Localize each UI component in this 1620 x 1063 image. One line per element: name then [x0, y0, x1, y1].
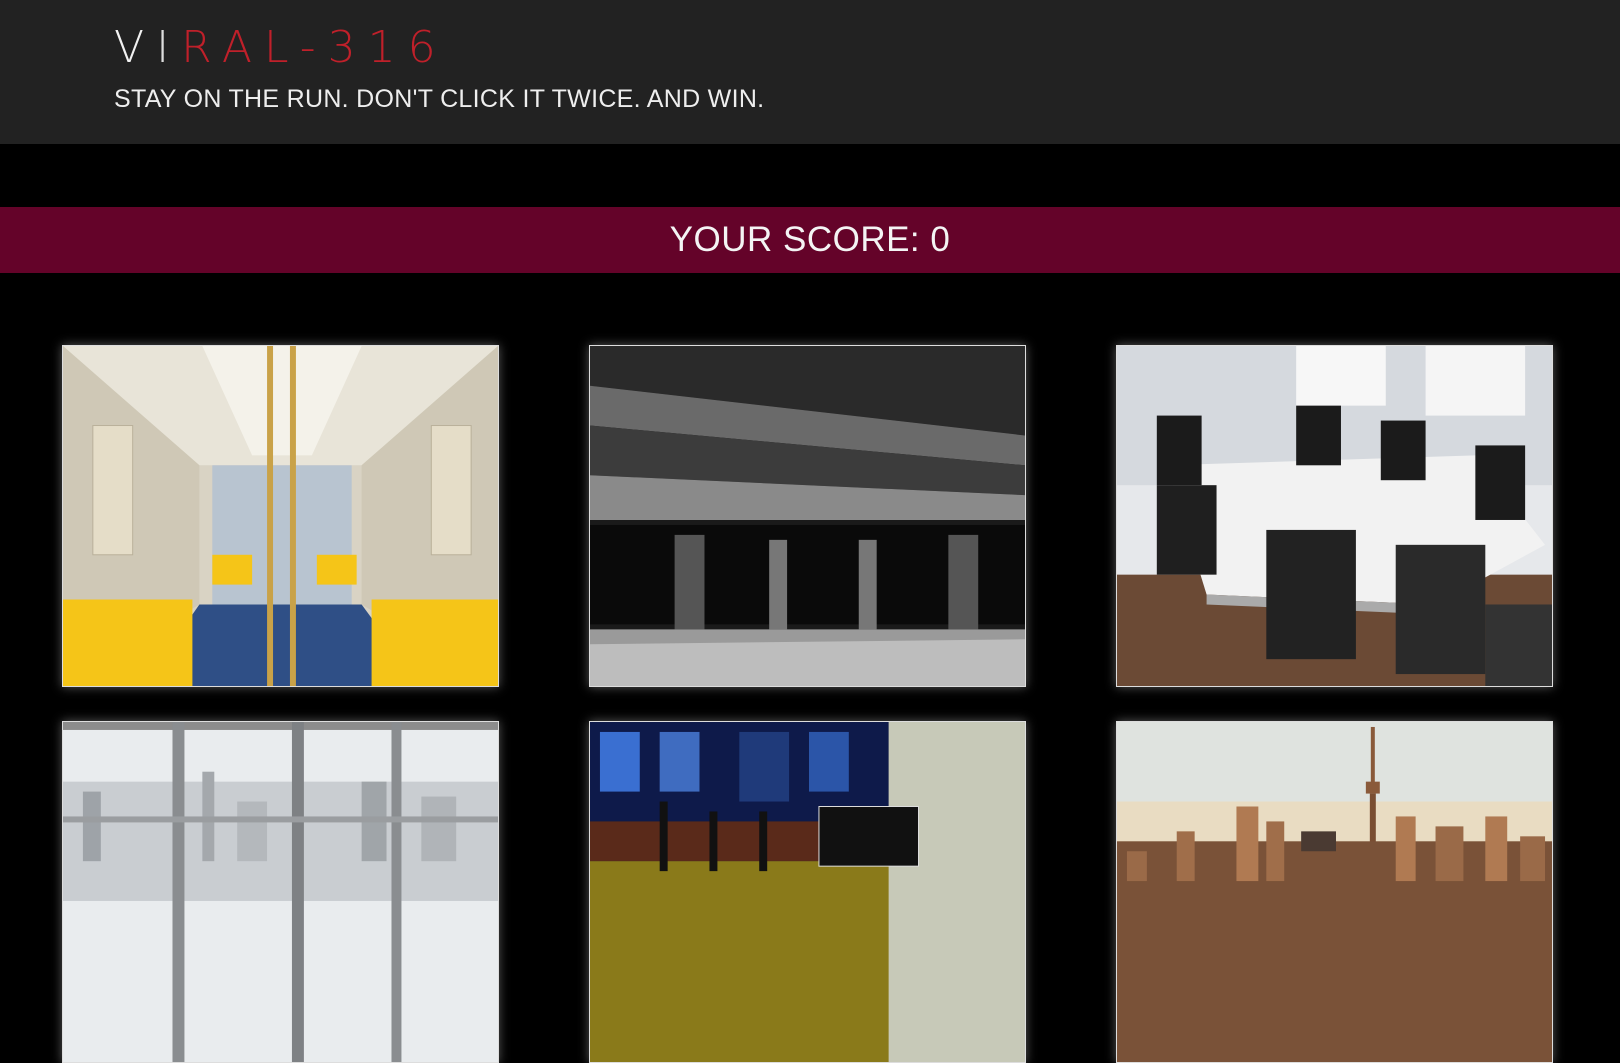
image-card-window-view[interactable] — [62, 721, 499, 1063]
garage-image — [590, 346, 1025, 686]
logo-letter-v: V — [114, 22, 157, 73]
subway-image — [63, 346, 498, 686]
site-header: VIRAL-316 STAY ON THE RUN. DON'T CLICK I… — [0, 0, 1620, 144]
image-card-skyline[interactable] — [1116, 721, 1553, 1063]
score-label: YOUR SCORE: — [669, 220, 921, 259]
logo-letter-i: I — [156, 22, 182, 73]
site-logo[interactable]: VIRAL-316 — [114, 20, 448, 76]
image-card-garage[interactable] — [589, 345, 1026, 687]
night-street-image — [590, 722, 1025, 1062]
image-card-conference-room[interactable] — [1116, 345, 1553, 687]
image-card-night-street[interactable] — [589, 721, 1026, 1063]
score-bar: YOUR SCORE: 0 — [0, 207, 1620, 273]
skyline-image — [1117, 722, 1552, 1062]
window-view-image — [63, 722, 498, 1062]
site-tagline: STAY ON THE RUN. DON'T CLICK IT TWICE. A… — [114, 85, 765, 113]
conference-room-image — [1117, 346, 1552, 686]
logo-text-rest: RAL-316 — [181, 22, 448, 73]
image-card-subway[interactable] — [62, 345, 499, 687]
score-value: 0 — [930, 220, 951, 259]
